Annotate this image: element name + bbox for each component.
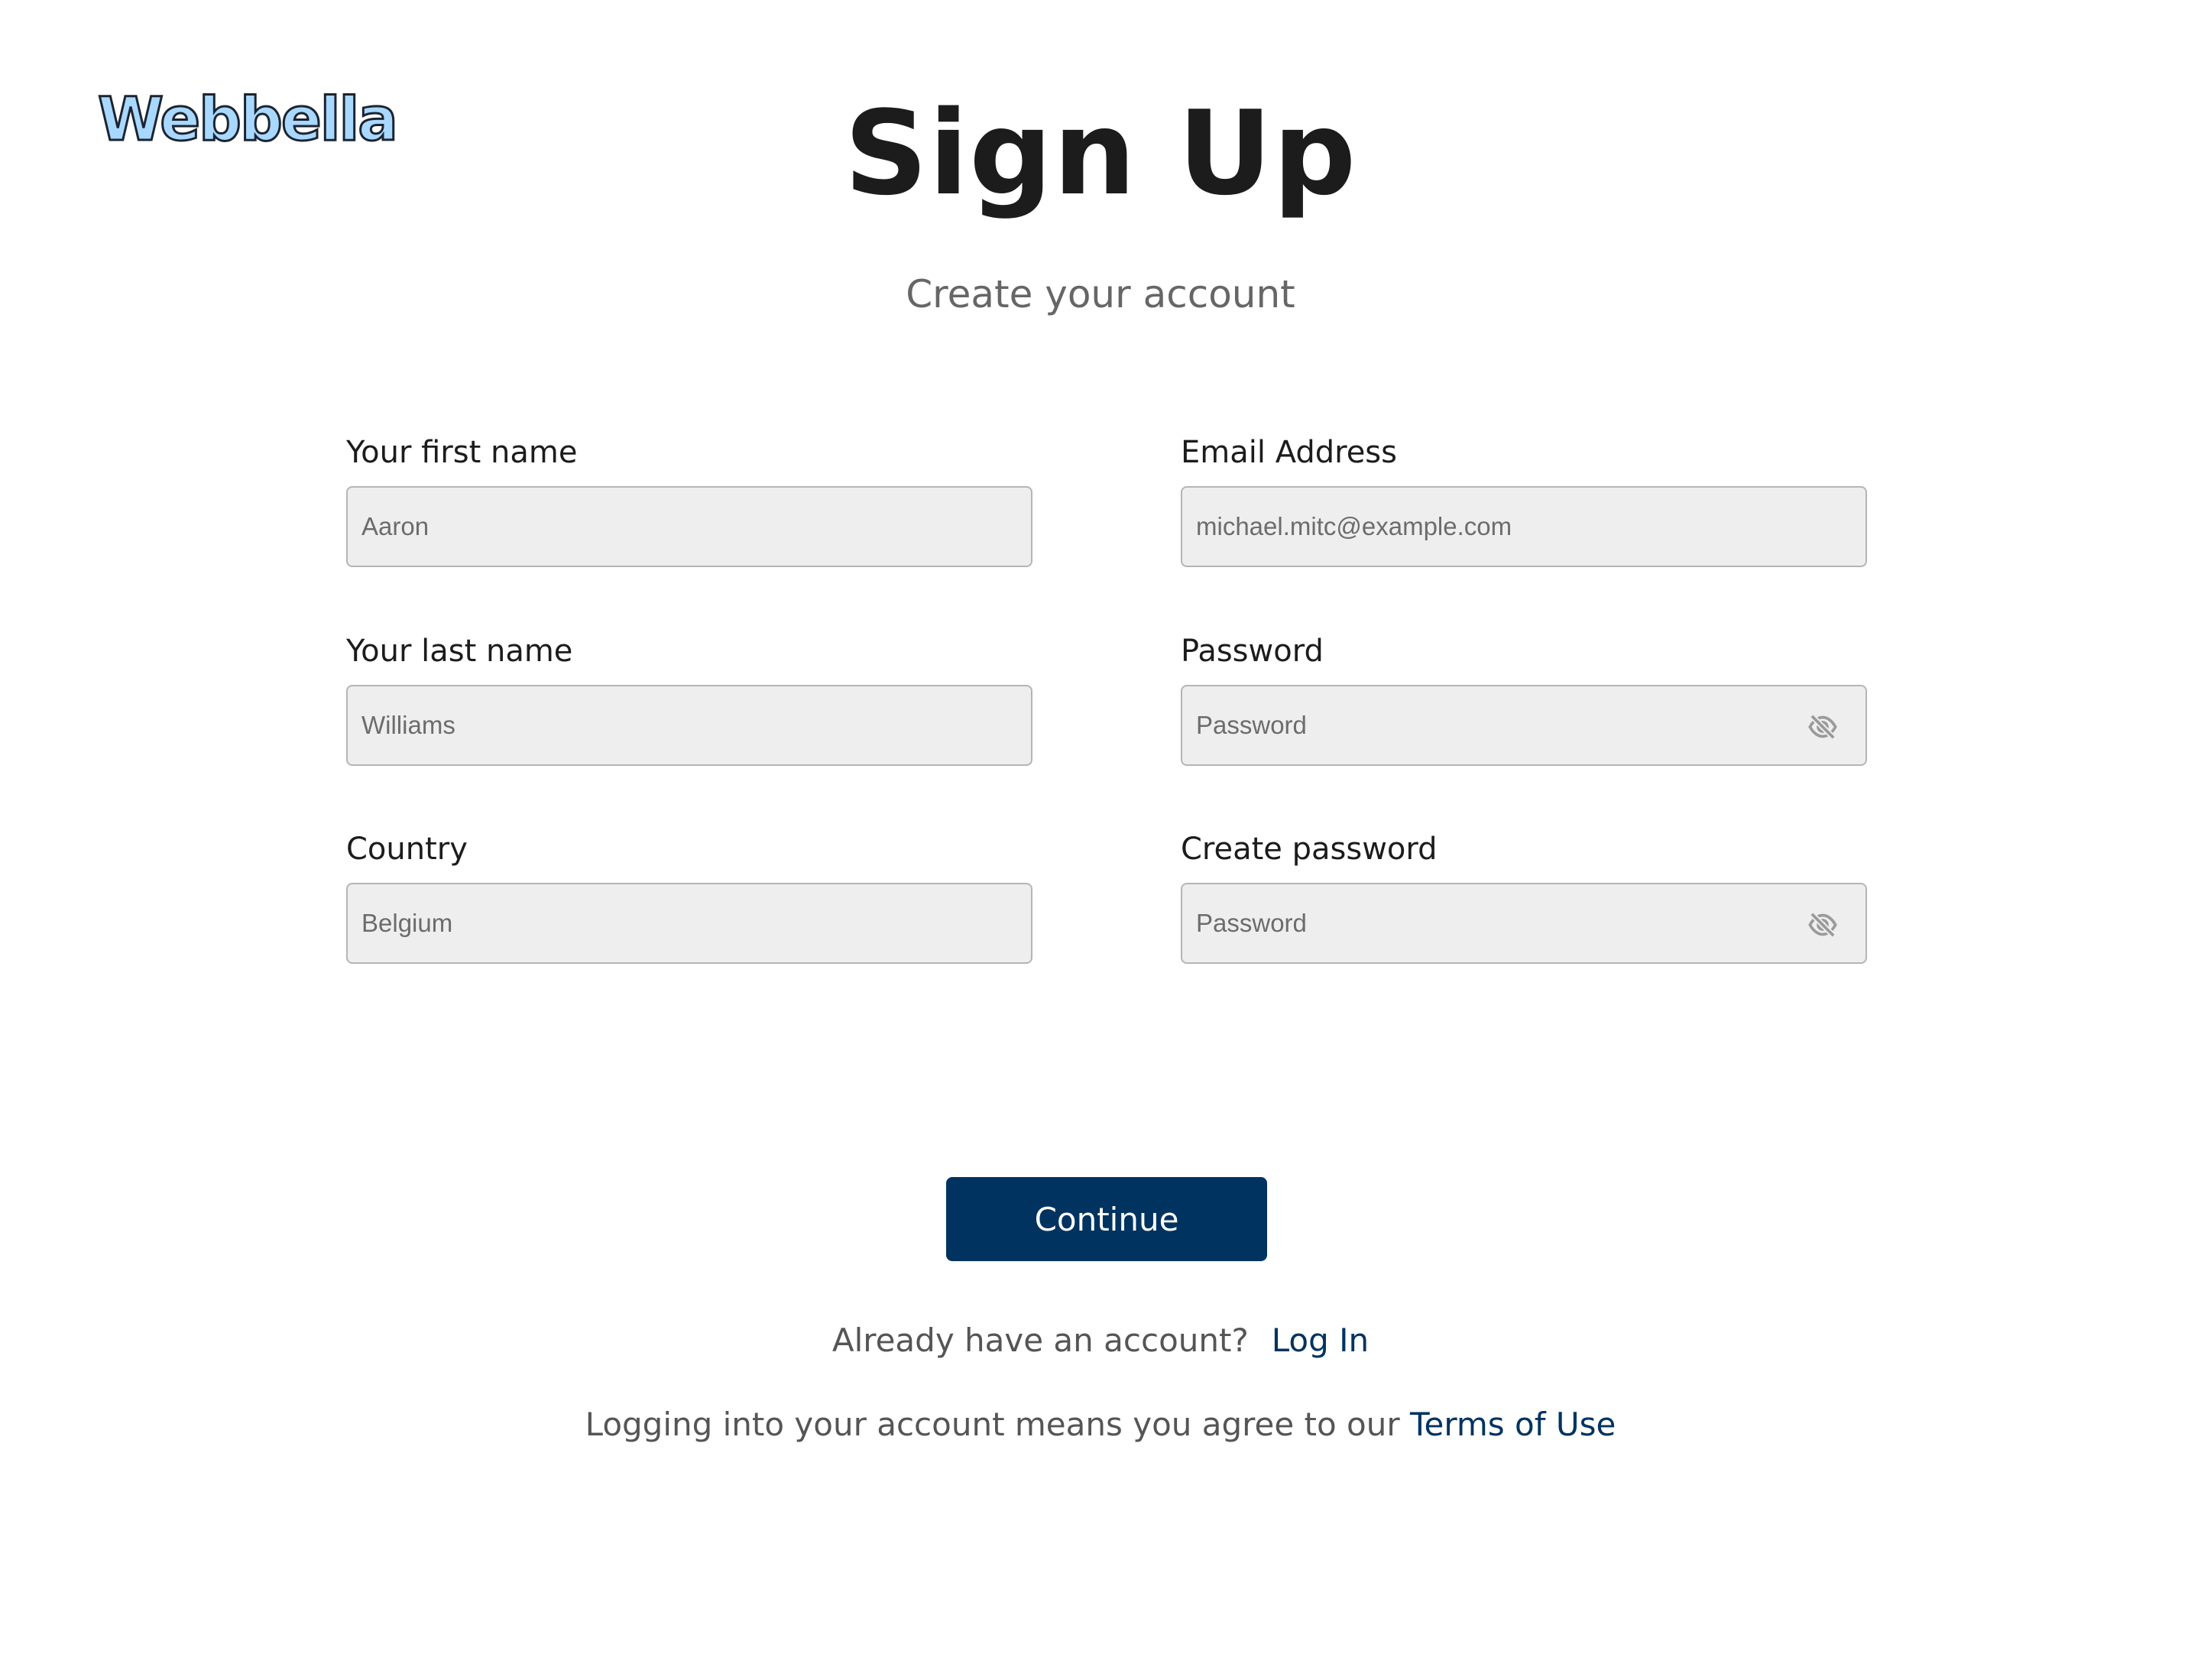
first-name-input[interactable] <box>348 488 1031 566</box>
page-subtitle: Create your account <box>906 272 1295 316</box>
first-name-label: Your first name <box>346 435 578 470</box>
create-password-input[interactable] <box>1182 884 1866 962</box>
continue-button[interactable]: Continue <box>946 1177 1267 1261</box>
email-label: Email Address <box>1181 435 1397 470</box>
last-name-label: Your last name <box>346 634 573 669</box>
country-field-container <box>346 883 1032 964</box>
password-label: Password <box>1181 634 1324 669</box>
terms-prefix-text: Logging into your account means you agre… <box>585 1406 1400 1443</box>
last-name-field-container <box>346 685 1032 766</box>
create-password-field-container <box>1181 883 1867 964</box>
password-field-container <box>1181 685 1867 766</box>
eye-slash-icon[interactable] <box>1807 712 1838 742</box>
terms-row: Logging into your account means you agre… <box>0 1409 2201 1441</box>
signup-page: Webbella Sign Up Create your account You… <box>0 0 2201 1680</box>
login-link[interactable]: Log In <box>1272 1322 1369 1359</box>
terms-of-use-link[interactable]: Terms of Use <box>1410 1406 1616 1443</box>
login-prompt-text: Already have an account? <box>831 1322 1249 1359</box>
page-title: Sign Up <box>844 86 1357 221</box>
first-name-field-container <box>346 486 1032 567</box>
create-password-label: Create password <box>1181 832 1438 867</box>
login-prompt-row: Already have an account? Log In <box>0 1325 2201 1357</box>
country-label: Country <box>346 832 468 867</box>
eye-slash-icon[interactable] <box>1807 910 1838 940</box>
password-input[interactable] <box>1182 686 1866 764</box>
country-input[interactable] <box>348 884 1031 962</box>
email-input[interactable] <box>1182 488 1866 566</box>
email-field-container <box>1181 486 1867 567</box>
last-name-input[interactable] <box>348 686 1031 764</box>
